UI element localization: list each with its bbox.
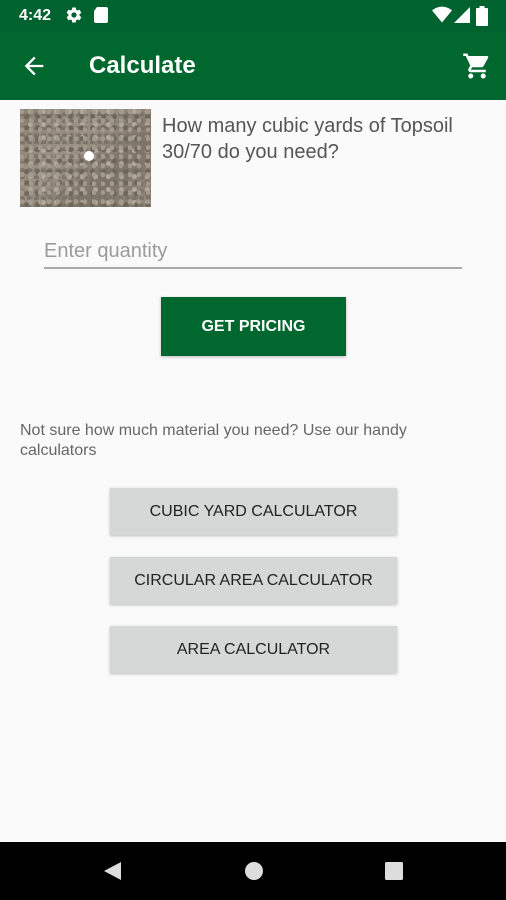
quantity-question: How many cubic yards of Topsoil 30/70 do… <box>162 115 453 163</box>
status-bar: 4:42 <box>0 0 506 32</box>
shopping-cart-icon[interactable] <box>462 51 492 81</box>
battery-icon <box>476 6 488 26</box>
image-marker-dot <box>84 151 94 161</box>
topsoil-image <box>20 109 151 207</box>
wifi-icon <box>432 6 452 23</box>
circular-area-calculator-button[interactable]: CIRCULAR AREA CALCULATOR <box>110 557 397 604</box>
sd-card-icon <box>94 7 108 23</box>
home-circle-icon[interactable] <box>243 860 265 882</box>
signal-icon <box>454 7 470 23</box>
system-nav-bar <box>0 842 506 900</box>
settings-icon <box>66 7 82 23</box>
arrow-back-icon[interactable] <box>20 52 48 80</box>
page-title: Calculate <box>89 52 196 79</box>
app-bar: Calculate <box>0 32 506 100</box>
get-pricing-button[interactable]: GET PRICING <box>161 297 346 356</box>
area-calculator-button[interactable]: AREA CALCULATOR <box>110 626 397 673</box>
cubic-yard-calculator-button[interactable]: CUBIC YARD CALCULATOR <box>110 488 397 535</box>
status-time: 4:42 <box>19 7 52 24</box>
calculator-helper-text: Not sure how much material you need? Use… <box>20 422 407 459</box>
recents-square-icon[interactable] <box>384 860 404 882</box>
back-triangle-icon[interactable] <box>101 860 123 882</box>
quantity-input[interactable] <box>44 235 462 269</box>
